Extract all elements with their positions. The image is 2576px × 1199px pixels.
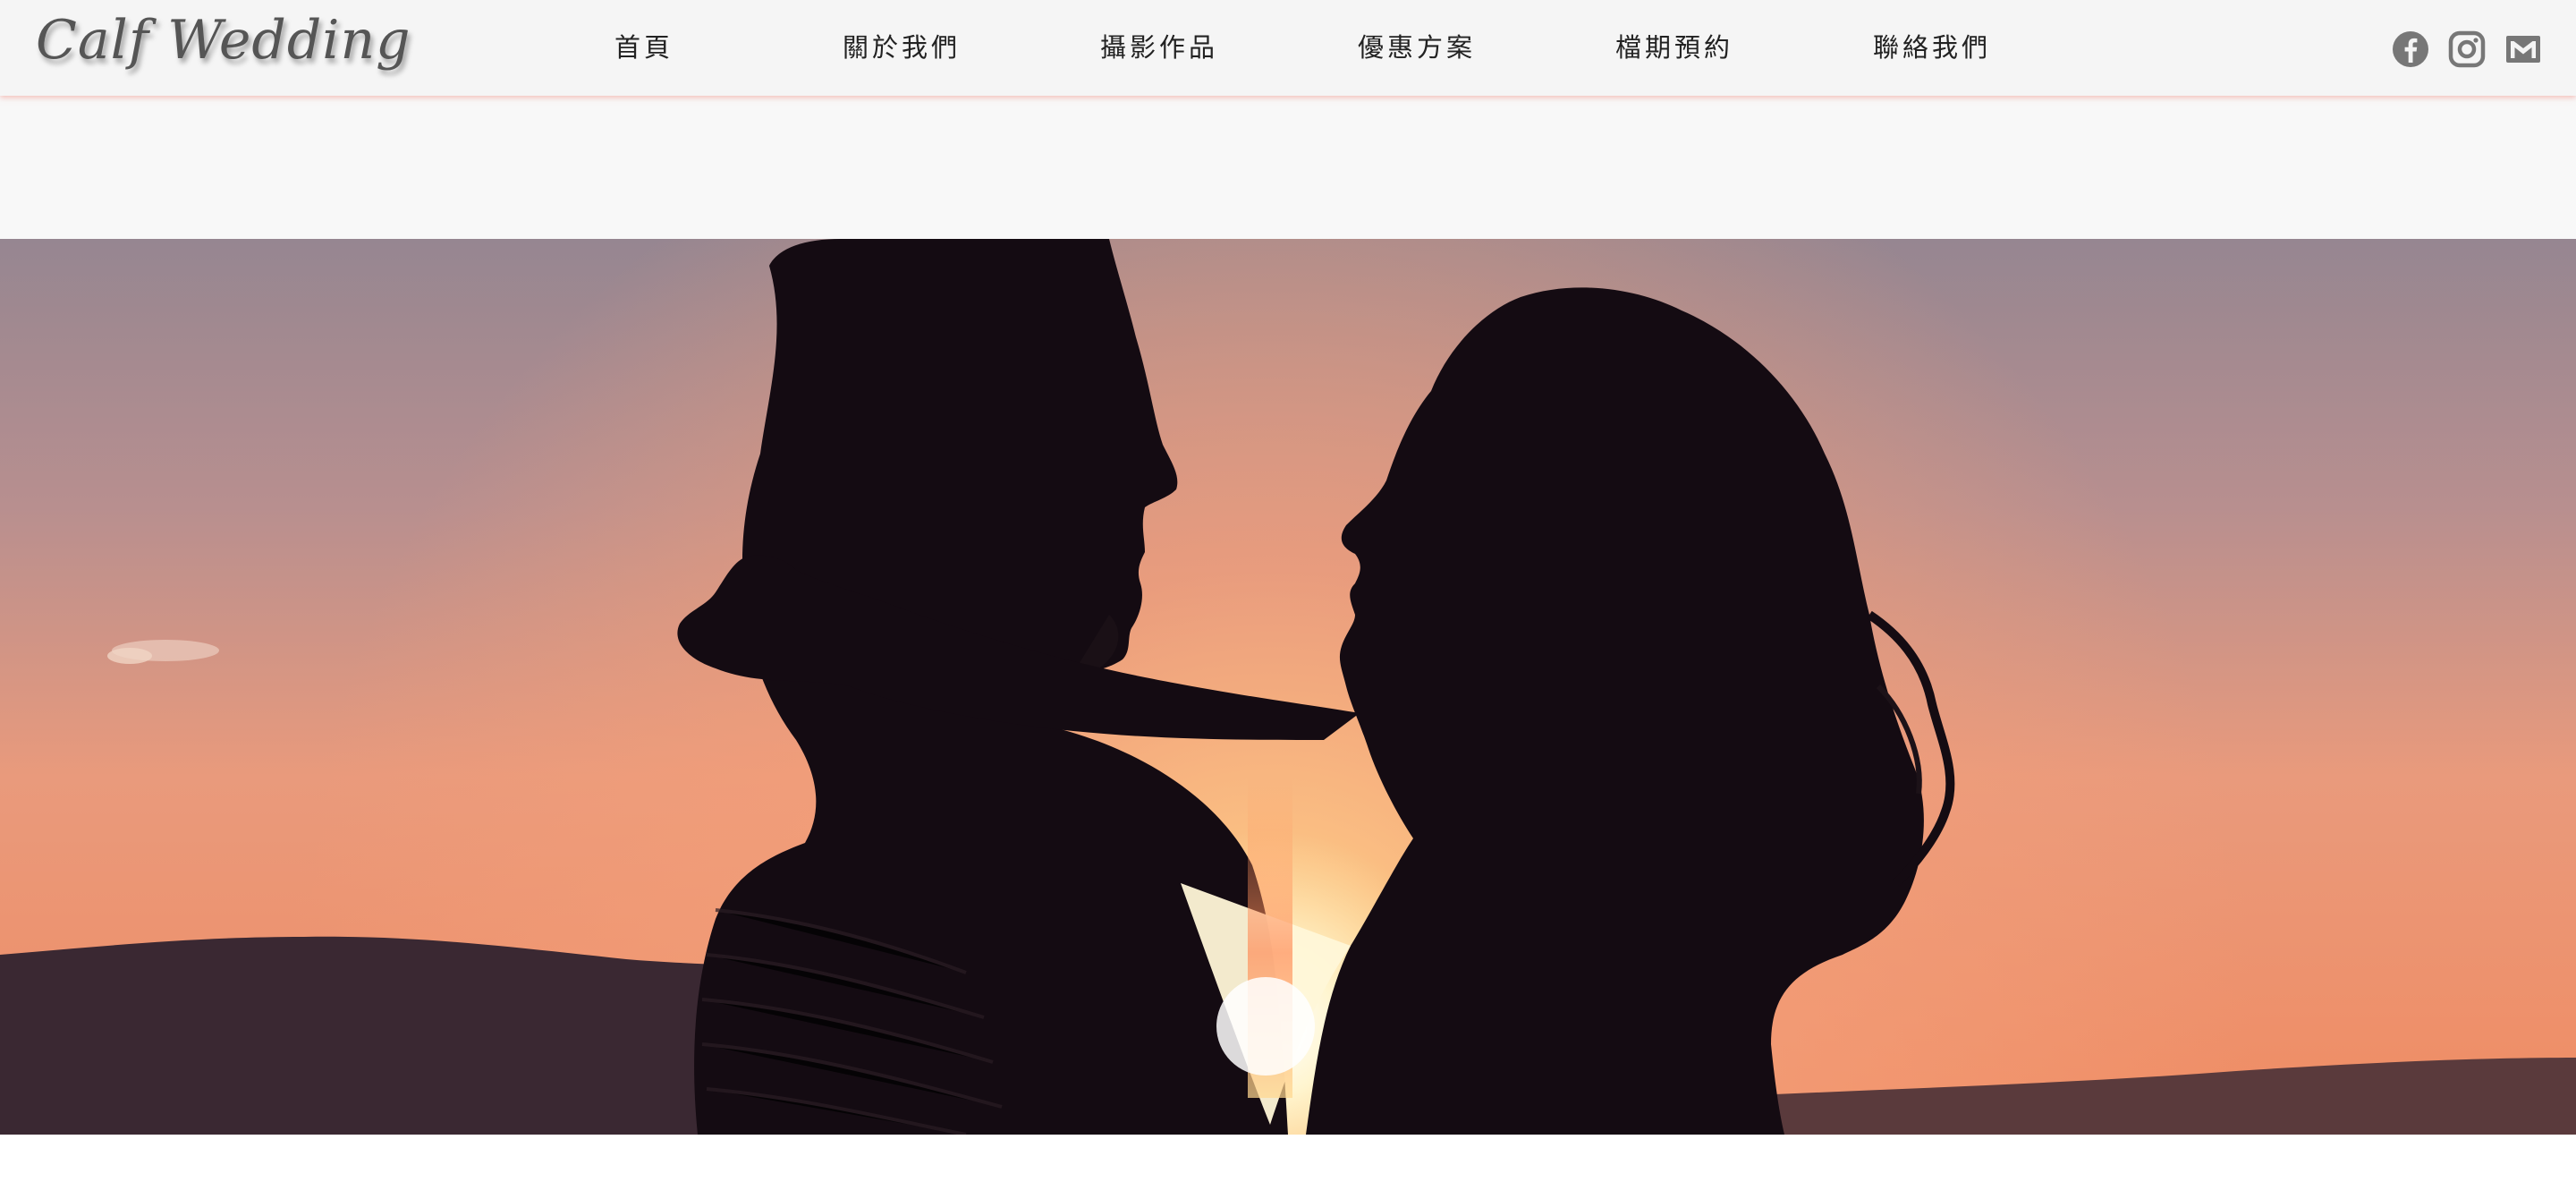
nav-booking[interactable]: 檔期預約 xyxy=(1615,27,1733,64)
top-navbar: Calf Wedding 首頁 關於我們 攝影作品 優惠方案 檔期預約 聯絡我們 xyxy=(0,0,2576,96)
page-body-below-hero xyxy=(0,1135,2576,1199)
nav-offers[interactable]: 優惠方案 xyxy=(1358,27,1476,64)
instagram-icon[interactable] xyxy=(2448,30,2486,68)
nav-about[interactable]: 關於我們 xyxy=(843,27,961,64)
hero-banner xyxy=(0,239,2576,1135)
header-spacer-band xyxy=(0,96,2576,239)
brand-logo[interactable]: Calf Wedding xyxy=(36,9,411,72)
nav-portfolio[interactable]: 攝影作品 xyxy=(1100,27,1218,64)
nav-home[interactable]: 首頁 xyxy=(614,27,674,64)
facebook-icon[interactable] xyxy=(2392,30,2429,68)
nav-contact[interactable]: 聯絡我們 xyxy=(1873,27,1991,64)
hero-image-couple-sunset xyxy=(0,239,2576,1135)
email-icon[interactable] xyxy=(2504,30,2542,68)
